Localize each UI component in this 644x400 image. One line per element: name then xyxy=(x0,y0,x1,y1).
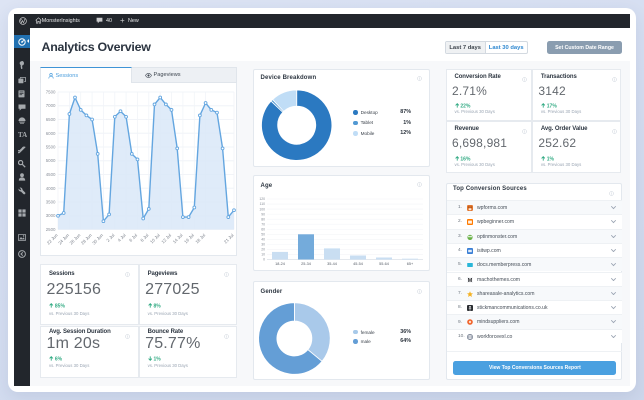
svg-text:10 Jul: 10 Jul xyxy=(149,233,161,245)
svg-text:4 Jul: 4 Jul xyxy=(117,233,127,243)
svg-text:12 Jul: 12 Jul xyxy=(160,233,172,245)
svg-text:22 Jun: 22 Jun xyxy=(46,232,59,245)
svg-text:55-64: 55-64 xyxy=(379,262,389,266)
svg-text:100: 100 xyxy=(259,207,265,211)
svg-text:3000: 3000 xyxy=(46,213,56,218)
svg-text:3500: 3500 xyxy=(46,200,56,205)
svg-text:4500: 4500 xyxy=(46,172,56,177)
svg-text:6500: 6500 xyxy=(46,117,56,122)
svg-text:0: 0 xyxy=(263,257,265,261)
svg-text:4000: 4000 xyxy=(46,186,56,191)
svg-text:110: 110 xyxy=(260,202,266,206)
svg-text:18 Jul: 18 Jul xyxy=(194,233,206,245)
svg-text:24 Jun: 24 Jun xyxy=(57,232,70,245)
svg-text:65+: 65+ xyxy=(407,262,414,266)
svg-text:16 Jul: 16 Jul xyxy=(183,233,195,245)
svg-text:45-54: 45-54 xyxy=(353,262,363,266)
svg-text:21 Jul: 21 Jul xyxy=(223,233,235,245)
svg-text:2500: 2500 xyxy=(46,227,56,232)
svg-text:25-34: 25-34 xyxy=(301,262,311,266)
svg-text:5000: 5000 xyxy=(46,158,56,163)
svg-text:10: 10 xyxy=(261,252,265,256)
svg-text:40: 40 xyxy=(261,237,265,241)
svg-text:2 Jul: 2 Jul xyxy=(105,233,115,243)
svg-text:6 Jul: 6 Jul xyxy=(128,233,138,243)
svg-text:60: 60 xyxy=(261,227,265,231)
svg-text:120: 120 xyxy=(259,197,265,201)
svg-text:5500: 5500 xyxy=(46,145,56,150)
svg-text:6000: 6000 xyxy=(46,131,56,136)
svg-text:18-24: 18-24 xyxy=(275,262,285,266)
svg-text:35-44: 35-44 xyxy=(327,262,337,266)
svg-text:30 Jun: 30 Jun xyxy=(91,232,104,245)
svg-text:20: 20 xyxy=(261,247,265,251)
svg-text:70: 70 xyxy=(261,222,265,226)
svg-text:7000: 7000 xyxy=(46,103,56,108)
svg-text:28 Jun: 28 Jun xyxy=(80,232,93,245)
svg-text:30: 30 xyxy=(261,242,265,246)
svg-text:14 Jul: 14 Jul xyxy=(172,233,184,245)
svg-text:7500: 7500 xyxy=(46,90,56,95)
svg-text:TA: TA xyxy=(18,131,27,138)
svg-text:M: M xyxy=(468,277,473,282)
svg-text:90: 90 xyxy=(261,212,265,216)
svg-text:26 Jun: 26 Jun xyxy=(69,232,82,245)
svg-text:50: 50 xyxy=(261,232,265,236)
svg-text:80: 80 xyxy=(261,217,265,221)
